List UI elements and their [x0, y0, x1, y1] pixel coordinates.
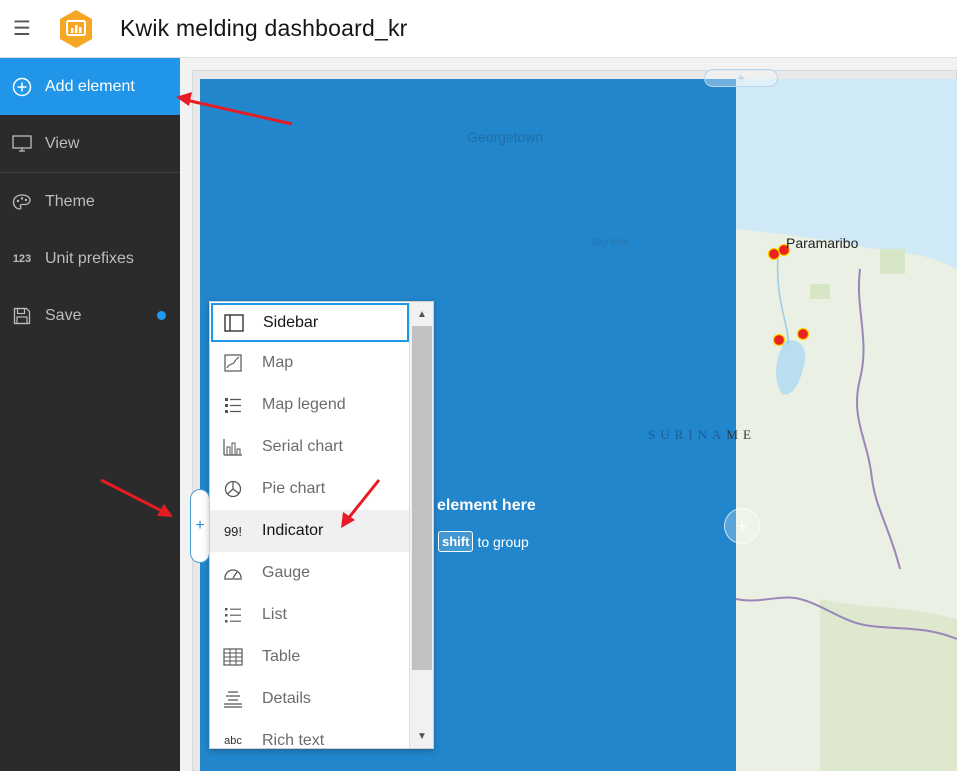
shift-key-badge: shift: [438, 531, 474, 552]
sidebar-icon: [223, 312, 245, 334]
scroll-down-icon[interactable]: ▼: [410, 726, 433, 746]
dropdown-item-map[interactable]: Map: [210, 342, 410, 384]
dashboard-logo-icon: [60, 9, 92, 48]
sidebar-item-label: Add element: [45, 77, 135, 95]
dropdown-item-label: List: [262, 606, 287, 623]
drop-handle-left[interactable]: +: [190, 489, 210, 563]
map-label-georgetown: Georgetown: [467, 129, 544, 145]
pie-chart-icon: [222, 478, 244, 500]
scroll-up-icon[interactable]: ▲: [410, 304, 433, 324]
gauge-icon: [222, 562, 244, 584]
dashboard-title: Kwik melding dashboard_kr: [120, 15, 408, 41]
drop-instruction: element here: [437, 497, 536, 514]
sidebar: Add element View Theme 123 Unit prefixes…: [0, 58, 180, 771]
serial-chart-icon: [222, 436, 244, 458]
dropdown-item-pie-chart[interactable]: Pie chart: [210, 468, 410, 510]
legend-icon: [222, 394, 244, 416]
dropdown-item-label: Rich text: [262, 732, 325, 749]
sidebar-item-theme[interactable]: Theme: [0, 173, 180, 230]
dropdown-item-map-legend[interactable]: Map legend: [210, 384, 410, 426]
dropdown-item-table[interactable]: Table: [210, 636, 410, 678]
dropdown-item-label: Table: [262, 648, 301, 665]
app-header: ☰ Kwik melding dashboard_kr: [0, 0, 957, 58]
sidebar-item-label: View: [45, 134, 80, 152]
dropdown-item-label: Gauge: [262, 564, 311, 581]
table-icon: [222, 646, 244, 668]
map-marker[interactable]: [772, 333, 786, 347]
scroll-thumb[interactable]: [412, 326, 432, 670]
plus-circle-icon: [0, 77, 44, 97]
unsaved-indicator-dot: [157, 311, 166, 320]
dropdown-item-serial-chart[interactable]: Serial chart: [210, 426, 410, 468]
add-element-dropdown[interactable]: Sidebar Map Map legend Serial chart Pie …: [209, 301, 434, 749]
map-land-patch: [880, 249, 905, 274]
dropdown-item-indicator[interactable]: 99! Indicator: [210, 510, 410, 552]
map-marker[interactable]: [796, 327, 810, 341]
dropdown-item-label: Indicator: [262, 522, 324, 539]
sidebar-item-view[interactable]: View: [0, 115, 180, 172]
map-label-suriname-part: ME: [726, 427, 756, 442]
map-label-bigi-pan: Bigi Pan: [592, 237, 630, 248]
map-label-suriname: SURINAME: [648, 427, 756, 443]
sidebar-item-label: Unit prefixes: [45, 249, 134, 267]
sidebar-item-label: Theme: [45, 192, 95, 210]
dropdown-item-sidebar[interactable]: Sidebar: [211, 303, 409, 342]
dropdown-item-label: Details: [262, 690, 311, 707]
map-marker[interactable]: [767, 247, 781, 261]
details-icon: [222, 688, 244, 710]
map-forest-area: [820, 599, 957, 771]
dropdown-item-label: Serial chart: [262, 438, 343, 455]
floppy-icon: [0, 307, 44, 325]
sidebar-item-unit-prefixes[interactable]: 123 Unit prefixes: [0, 230, 180, 287]
map-label-paramaribo: Paramaribo: [786, 235, 859, 251]
palette-icon: [0, 193, 44, 211]
dropdown-item-label: Sidebar: [263, 313, 319, 331]
drop-handle-center[interactable]: +: [724, 508, 760, 544]
sidebar-item-label: Save: [45, 306, 82, 324]
list-icon: [222, 604, 244, 626]
rich-text-icon: abc: [224, 735, 242, 747]
123-icon: 123: [12, 252, 32, 265]
monitor-icon: [0, 134, 44, 153]
hamburger-icon[interactable]: ☰: [0, 0, 44, 58]
sidebar-item-save[interactable]: Save: [0, 287, 180, 344]
drop-handle-top[interactable]: +: [704, 69, 778, 87]
sidebar-item-add-element[interactable]: Add element: [0, 58, 180, 115]
dropdown-item-label: Pie chart: [262, 480, 326, 497]
map-icon: [222, 352, 244, 374]
dropdown-item-list[interactable]: List: [210, 594, 410, 636]
drop-sub-text: to group: [477, 533, 529, 550]
drop-sub-instruction: shift to group: [432, 531, 529, 552]
dropdown-scrollbar[interactable]: ▲ ▼: [409, 302, 433, 748]
dropdown-item-details[interactable]: Details: [210, 678, 410, 720]
indicator-icon: 99!: [223, 523, 243, 539]
dropdown-item-gauge[interactable]: Gauge: [210, 552, 410, 594]
map-land-patch: [810, 284, 830, 299]
dropdown-item-label: Map: [262, 354, 294, 371]
dropdown-item-label: Map legend: [262, 396, 346, 413]
dropdown-item-rich-text[interactable]: abc Rich text: [210, 720, 410, 749]
map-label-suriname-part: SURINA: [648, 427, 727, 442]
